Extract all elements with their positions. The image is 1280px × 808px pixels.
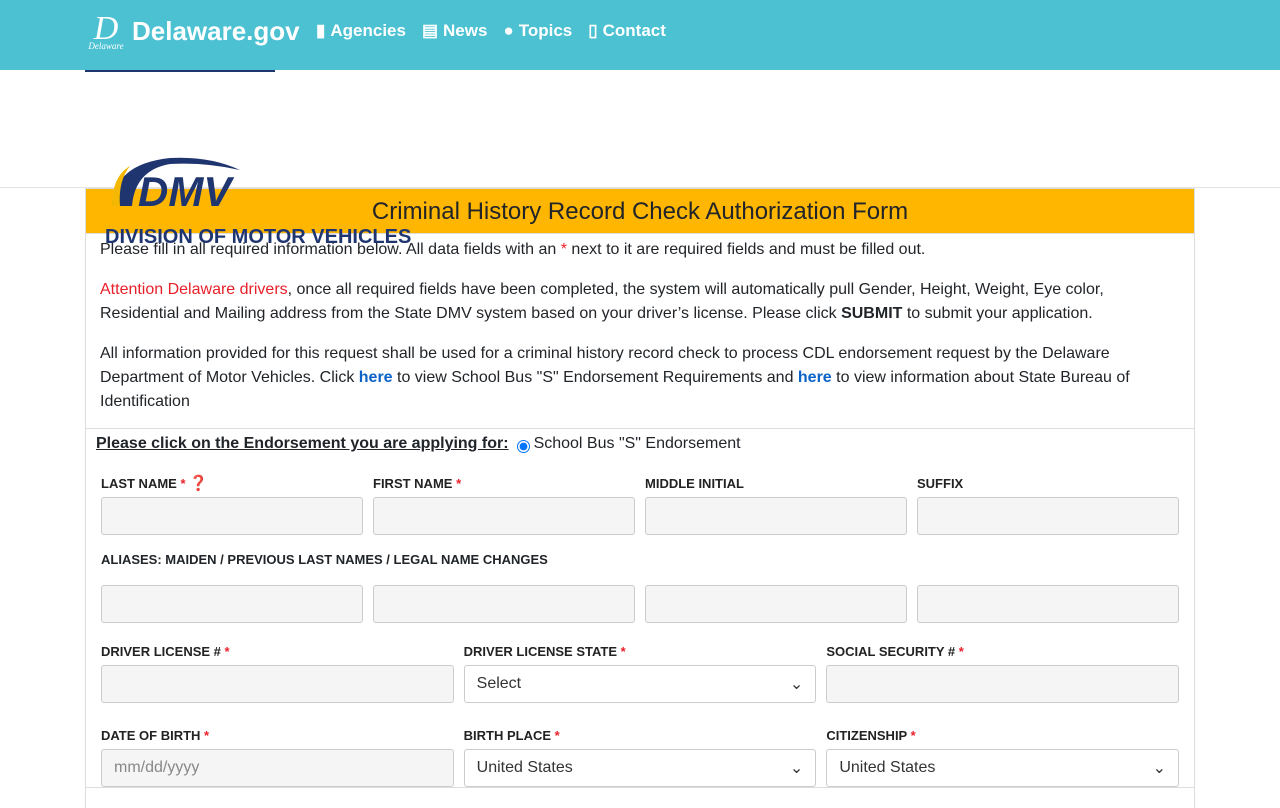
nav-contact[interactable]: ▯ Contact bbox=[588, 21, 666, 41]
requirements-link[interactable]: here bbox=[359, 369, 393, 386]
chevron-down-icon: ⌄ bbox=[789, 676, 804, 693]
alias-input-3[interactable] bbox=[645, 585, 907, 623]
citizenship-label: CITIZENSHIP * bbox=[826, 728, 916, 743]
license-state-label: DRIVER LICENSE STATE * bbox=[463, 644, 626, 659]
attention-paragraph: Attention Delaware drivers, once all req… bbox=[100, 281, 1104, 322]
nav-topics[interactable]: ● Topics bbox=[503, 21, 572, 41]
info-paragraph: All information provided for this reques… bbox=[100, 345, 1130, 410]
driver-license-label: DRIVER LICENSE # * bbox=[101, 644, 230, 659]
citizenship-select[interactable]: United States ⌄ bbox=[826, 749, 1179, 787]
school-bus-option-label[interactable]: School Bus "S" Endorsement bbox=[534, 435, 741, 453]
aliases-label: ALIASES: MAIDEN / PREVIOUS LAST NAMES / … bbox=[101, 552, 548, 567]
suffix-input[interactable] bbox=[917, 497, 1179, 535]
division-title: DIVISION OF MOTOR VEHICLES bbox=[105, 226, 412, 248]
birth-place-select[interactable]: United States ⌄ bbox=[463, 749, 817, 787]
top-navbar: D Delaware Delaware.gov ▮ Agencies ▤ News ●… bbox=[0, 0, 1280, 70]
alias-input-2[interactable] bbox=[373, 585, 635, 623]
first-name-label: FIRST NAME * bbox=[373, 476, 462, 491]
delaware-gov-logo[interactable]: D Delaware Delaware.gov bbox=[86, 10, 300, 51]
ssn-label: SOCIAL SECURITY # * bbox=[826, 644, 964, 659]
newspaper-icon: ▤ bbox=[421, 21, 439, 40]
middle-initial-label: MIDDLE INITIAL bbox=[645, 476, 744, 491]
suffix-label: SUFFIX bbox=[917, 476, 964, 491]
sbi-link[interactable]: here bbox=[798, 369, 832, 386]
dob-label: DATE OF BIRTH * bbox=[101, 728, 210, 743]
chevron-down-icon: ⌄ bbox=[789, 760, 804, 777]
alias-input-4[interactable] bbox=[917, 585, 1179, 623]
alias-input-1[interactable] bbox=[101, 585, 363, 623]
last-name-input[interactable] bbox=[101, 497, 363, 535]
dmv-logo[interactable]: DMV bbox=[110, 156, 250, 208]
ssn-input[interactable] bbox=[826, 665, 1179, 703]
license-state-select[interactable]: Select ⌄ bbox=[463, 665, 817, 703]
help-icon[interactable]: ❓ bbox=[189, 475, 208, 492]
dob-input[interactable]: mm/dd/yyyy bbox=[101, 749, 454, 787]
brand-text: Delaware.gov bbox=[132, 16, 300, 46]
building-icon: ▮ bbox=[316, 21, 326, 40]
svg-text:DMV: DMV bbox=[138, 168, 234, 208]
middle-initial-input[interactable] bbox=[645, 497, 907, 535]
nav-agencies[interactable]: ▮ Agencies bbox=[316, 21, 406, 41]
delaware-seal-icon: D Delaware bbox=[88, 10, 124, 51]
nav-news[interactable]: ▤ News bbox=[422, 21, 487, 41]
mobile-icon: ▯ bbox=[588, 21, 598, 40]
first-name-input[interactable] bbox=[373, 497, 635, 535]
page-header: DMV DIVISION OF MOTOR VEHICLES bbox=[0, 70, 1280, 248]
birth-place-label: BIRTH PLACE * bbox=[463, 728, 560, 743]
chevron-down-icon: ⌄ bbox=[1152, 760, 1166, 777]
endorsement-label: Please click on the Endorsement you are … bbox=[96, 435, 509, 452]
last-name-label: LAST NAME * ❓ bbox=[101, 475, 208, 492]
comments-icon: ● bbox=[503, 21, 514, 40]
school-bus-radio[interactable] bbox=[516, 439, 530, 453]
driver-license-input[interactable] bbox=[101, 665, 454, 703]
